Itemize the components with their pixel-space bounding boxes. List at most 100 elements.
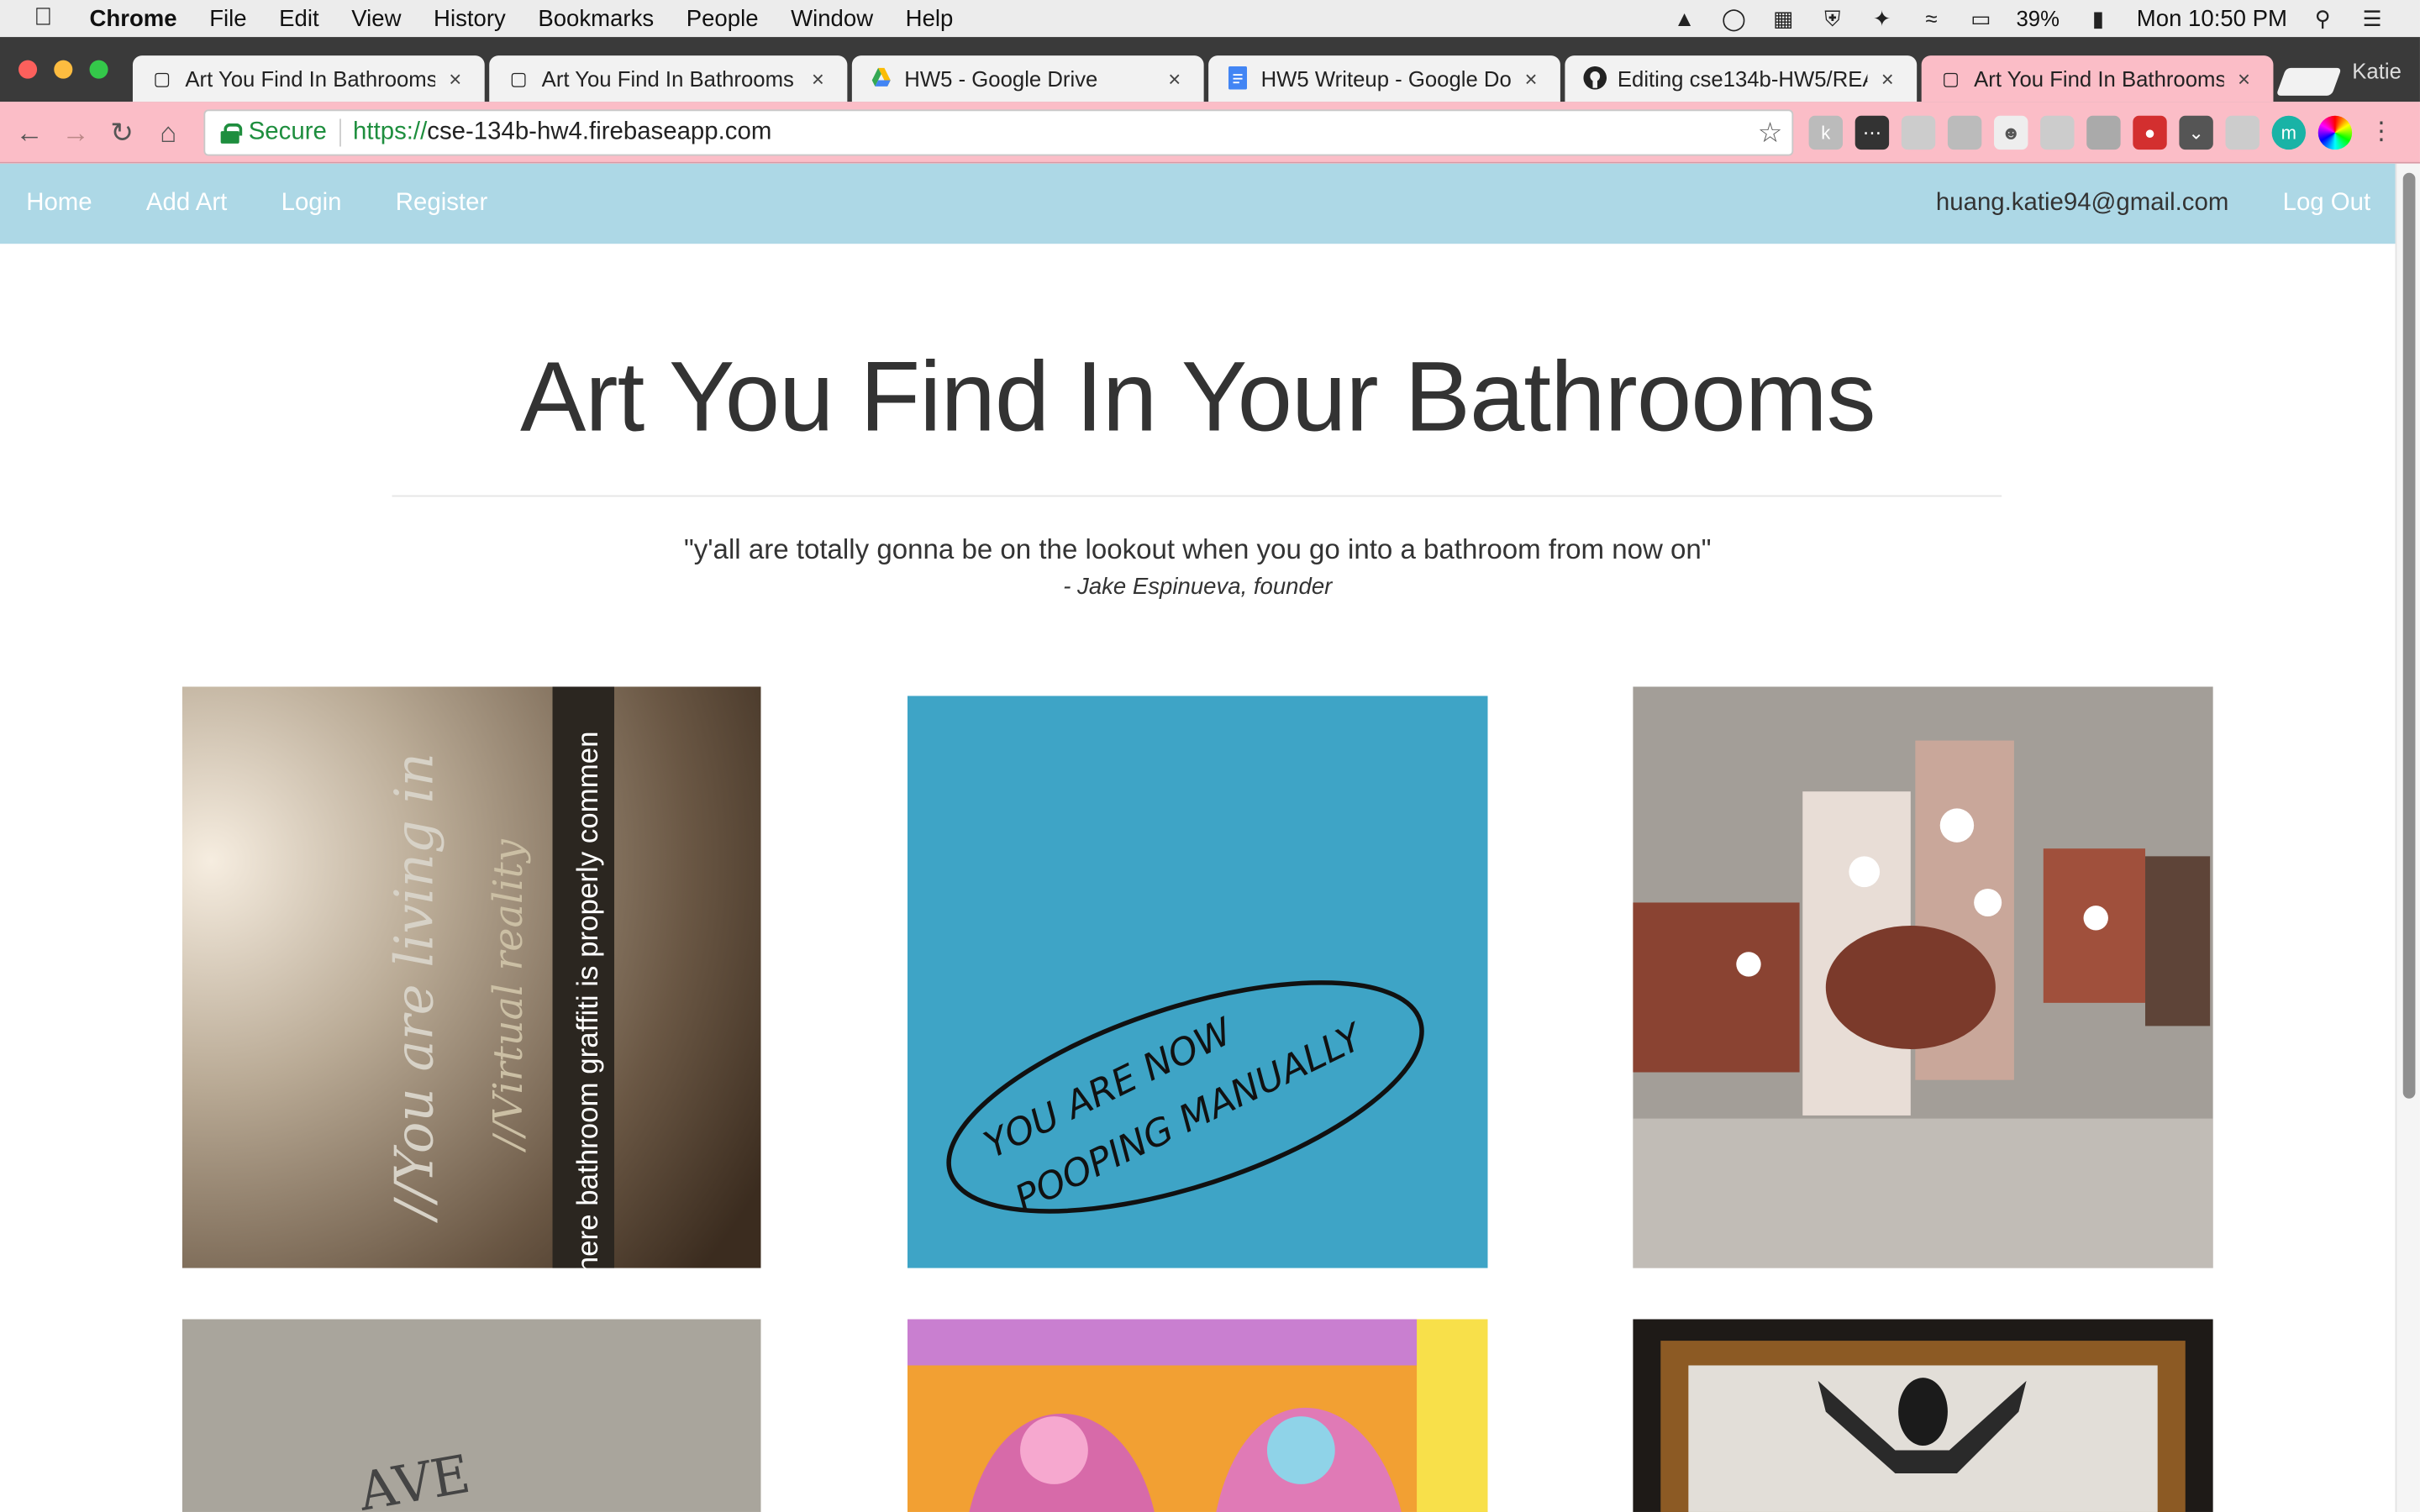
home-icon[interactable]: ⌂ [151,116,185,150]
art-image-flower-vase-canvas[interactable] [1633,686,2213,1268]
page-scrollbar[interactable] [2395,163,2420,1512]
web-page: Home Add Art Login Register huang.katie9… [0,163,2396,1512]
creative-cloud-icon[interactable]: ◯ [1720,6,1748,30]
close-icon[interactable]: × [1876,66,1898,91]
scrollbar-thumb[interactable] [2402,172,2416,1099]
tab-5[interactable]: Editing cse134b-HW5/README × [1565,55,1918,102]
battery-icon[interactable]: ▮ [2081,6,2115,30]
tab-1[interactable]: ▢ Art You Find In Bathrooms × [132,55,485,102]
extension-icon[interactable] [1947,115,1982,150]
art-image-flower-vase-canvas-svg [1633,686,2213,1268]
nav-add-art-link[interactable]: Add Art [146,190,227,218]
close-icon[interactable]: × [445,66,466,91]
menu-history[interactable]: History [434,5,506,31]
profile-name[interactable]: Katie [2352,59,2402,83]
chrome-menu-icon[interactable]: ⋮ [2365,116,2398,150]
title-divider [392,495,2002,497]
close-icon[interactable]: × [808,66,829,91]
shield-status-icon[interactable]: ⛨ [1818,6,1846,30]
close-icon[interactable]: × [1520,66,1542,91]
nav-login-link[interactable]: Login [281,190,342,218]
clock[interactable]: Mon 10:50 PM [2137,5,2287,31]
extension-icon[interactable]: ⋯ [1854,115,1890,150]
close-icon[interactable]: × [2233,66,2255,91]
art-image-graffiti-virtual-reality-svg: //You are living in //Virtual reality he… [182,686,761,1268]
google-drive-icon [871,66,892,91]
art-image-graffiti-virtual-reality[interactable]: //You are living in //Virtual reality he… [182,686,761,1268]
secure-label[interactable]: Secure [249,118,327,146]
extension-icon[interactable]: ☻ [1994,115,2028,150]
page-icon: ▢ [153,67,171,90]
window-minimize-button[interactable] [54,60,73,79]
page-icon: ▢ [509,67,528,90]
tab-title: HW5 - Google Drive [904,66,1098,92]
extension-icon[interactable]: k [1808,115,1844,150]
extension-icon[interactable] [2225,115,2260,150]
url-scheme[interactable]: https:// [353,118,427,146]
menu-view[interactable]: View [351,5,401,31]
art-image-wall-writing[interactable]: AVE [182,1319,761,1512]
founder-quote: "y'all are totally gonna be on the looko… [683,533,1712,565]
apple-menu-icon[interactable]:  [34,5,61,33]
nav-register-link[interactable]: Register [396,190,487,218]
back-arrow-icon[interactable]: ← [13,116,46,150]
spotlight-search-icon[interactable]: ⚲ [2309,6,2337,30]
google-docs-icon [1227,66,1249,91]
tab-2[interactable]: ▢ Art You Find In Bathrooms × [489,55,848,102]
menu-bookmarks[interactable]: Bookmarks [538,5,654,31]
url-host[interactable]: cse-134b-hw4.firebaseapp.com [427,118,771,146]
tab-title: Editing cse134b-HW5/README [1617,66,1868,92]
extension-icon[interactable]: ● [2133,115,2167,150]
page-icon: ▢ [1942,67,1960,90]
graffiti-strip-text: here bathroom graffiti is properly comme… [571,731,604,1268]
app-status-icon[interactable]: ▦ [1770,6,1797,30]
extension-icon[interactable]: m [2271,115,2307,150]
menu-help[interactable]: Help [906,5,954,31]
menubar-status-area: ▲ ◯ ▦ ⛨ ✦ ≈ ▭ 39% ▮ Mon 10:50 PM ⚲ ☰ [1670,5,2386,31]
art-image-framed-photo-svg [1633,1319,2213,1512]
art-image-framed-photo[interactable] [1633,1319,2213,1512]
tab-3[interactable]: HW5 - Google Drive × [851,55,1204,102]
page-title: Art You Find In Your Bathrooms [519,340,1876,453]
bookmark-star-icon[interactable]: ☆ [1758,117,1783,150]
wifi-icon[interactable]: ≈ [1918,6,1945,30]
reload-icon[interactable]: ↻ [105,116,139,150]
tab-4[interactable]: HW5 Writeup - Google Docs × [1208,55,1560,102]
new-tab-button[interactable] [2275,67,2342,96]
graffiti-text-b: //Virtual reality [486,838,532,1152]
tab-title: HW5 Writeup - Google Docs [1260,66,1512,92]
menu-file[interactable]: File [209,5,246,31]
menu-app-name[interactable]: Chrome [90,5,177,31]
tab-title: Art You Find In Bathrooms [185,66,435,92]
tab-strip: ▢ Art You Find In Bathrooms × ▢ Art You … [0,37,2420,102]
art-image-pooping-manually[interactable]: YOU ARE NOW POOPING MANUALLY [907,696,1488,1268]
tool-status-icon[interactable]: ✦ [1868,6,1896,30]
extension-icon[interactable] [2086,115,2121,150]
window-zoom-button[interactable] [89,60,108,79]
window-close-button[interactable] [18,60,38,79]
art-image-pooping-manually-svg: YOU ARE NOW POOPING MANUALLY [907,696,1488,1268]
menu-edit[interactable]: Edit [279,5,318,31]
nav-home-link[interactable]: Home [26,190,92,218]
extensions-row: k ⋯ ☻ ● ⌄ m ⋮ [1808,115,2399,150]
logout-link[interactable]: Log Out [2283,190,2371,218]
browser-toolbar: ← → ↻ ⌂ Secure https:// cse-134b-hw4.fir… [0,102,2420,164]
tab-title: Art You Find In Bathrooms [541,66,794,92]
notification-center-icon[interactable]: ☰ [2358,6,2386,30]
pocket-icon[interactable]: ⌄ [2179,115,2213,150]
extension-icon[interactable] [1901,115,1936,150]
google-drive-status-icon[interactable]: ▲ [1670,6,1698,30]
site-navbar: Home Add Art Login Register huang.katie9… [0,163,2396,244]
extension-icon[interactable] [2040,115,2075,150]
art-image-colorful-mural[interactable] [907,1319,1488,1512]
airplay-icon[interactable]: ▭ [1967,6,1995,30]
color-picker-icon[interactable] [2317,115,2353,150]
forward-arrow-icon[interactable]: → [59,116,92,150]
address-bar[interactable]: Secure https:// cse-134b-hw4.firebaseapp… [203,109,1794,156]
menu-window[interactable]: Window [791,5,873,31]
tab-6-active[interactable]: ▢ Art You Find In Bathrooms × [1921,55,2274,102]
close-icon[interactable]: × [1164,66,1186,91]
menu-people[interactable]: People [687,5,759,31]
graffiti-text-a: //You are living in [383,753,445,1223]
lock-icon[interactable] [220,123,243,144]
